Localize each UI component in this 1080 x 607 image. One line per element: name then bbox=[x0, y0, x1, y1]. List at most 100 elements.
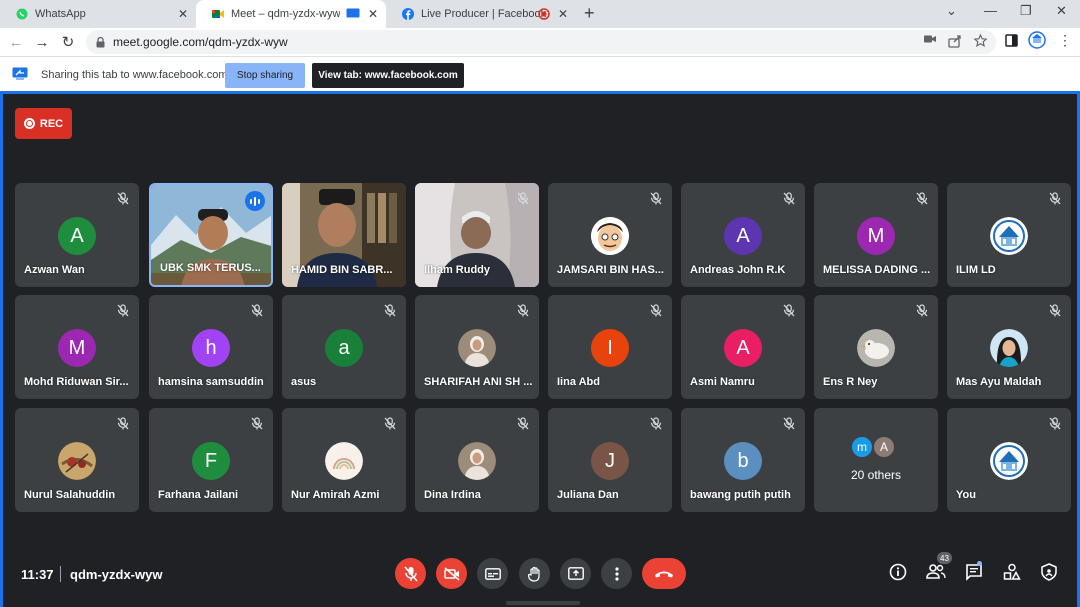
participant-name: Ilham Ruddy bbox=[424, 264, 491, 276]
microphone-muted-icon bbox=[251, 304, 263, 317]
microphone-muted-icon bbox=[1049, 304, 1061, 317]
avatar-initial: I bbox=[607, 336, 613, 359]
participant-tile[interactable]: a asus bbox=[282, 295, 406, 399]
participant-name: hamsina samsuddin bbox=[158, 376, 264, 388]
participant-tile[interactable]: JAMSARI BIN HAS... bbox=[548, 183, 672, 287]
participant-tile[interactable]: A Andreas John R.K bbox=[681, 183, 805, 287]
participant-tile[interactable]: Ens R Ney bbox=[814, 295, 938, 399]
tab-title: Meet – qdm-yzdx-wyw bbox=[231, 8, 341, 20]
camera-in-use-icon[interactable] bbox=[924, 34, 936, 44]
participant-photo bbox=[325, 442, 363, 480]
close-window-button[interactable]: ✕ bbox=[1056, 3, 1067, 19]
tab-google-meet[interactable]: Meet – qdm-yzdx-wyw ✕ bbox=[196, 0, 386, 28]
participant-tile[interactable]: A Azwan Wan bbox=[15, 183, 139, 287]
participant-avatar: M bbox=[857, 217, 895, 255]
meet-stage: REC A Azwan Wan UBK SMK TERUS... HAMID BIN … bbox=[0, 94, 1080, 607]
participant-tile[interactable]: HAMID BIN SABR... bbox=[282, 183, 406, 287]
participant-avatar: A bbox=[724, 217, 762, 255]
participant-tile[interactable]: m A 20 others bbox=[814, 408, 938, 512]
participant-name: HAMID BIN SABR... bbox=[291, 264, 393, 276]
participant-avatar: b bbox=[724, 442, 762, 480]
participant-tile[interactable]: M MELISSA DADING ... bbox=[814, 183, 938, 287]
people-icon[interactable] bbox=[926, 563, 946, 579]
participant-tile[interactable]: ILIM LD bbox=[947, 183, 1071, 287]
participant-tile[interactable]: I Iina Abd bbox=[548, 295, 672, 399]
stop-sharing-button[interactable]: Stop sharing bbox=[225, 63, 305, 88]
microphone-muted-icon bbox=[517, 304, 529, 317]
activities-icon[interactable] bbox=[1003, 563, 1021, 581]
speaking-indicator-icon bbox=[245, 191, 265, 211]
url-text: meet.google.com/qdm-yzdx-wyw bbox=[113, 35, 288, 49]
meeting-details-icon[interactable] bbox=[889, 563, 907, 581]
microphone-muted-icon bbox=[384, 304, 396, 317]
tab-facebook[interactable]: Live Producer | Facebook ✕ bbox=[386, 0, 576, 28]
participant-name: You bbox=[956, 489, 976, 501]
participant-name: Farhana Jailani bbox=[158, 489, 239, 501]
minimize-button[interactable]: — bbox=[984, 3, 997, 18]
participant-avatar: a bbox=[325, 329, 363, 367]
host-controls-shield-icon[interactable] bbox=[1041, 563, 1057, 581]
avatar-initial: A bbox=[736, 224, 750, 247]
present-now-button[interactable] bbox=[560, 558, 591, 589]
avatar-initial: M bbox=[68, 336, 86, 359]
more-options-button[interactable] bbox=[601, 558, 632, 589]
participant-tile[interactable]: Nurul Salahuddin bbox=[15, 408, 139, 512]
lock-icon[interactable] bbox=[96, 36, 105, 48]
tab-whatsapp[interactable]: WhatsApp ✕ bbox=[0, 0, 196, 28]
others-count-label: 20 others bbox=[850, 468, 902, 482]
microphone-off-button[interactable] bbox=[395, 558, 426, 589]
participant-tile[interactable]: M Mohd Riduwan Sir... bbox=[15, 295, 139, 399]
microphone-muted-icon bbox=[783, 304, 795, 317]
browser-toolbar: ← → ↻ meet.google.com/qdm-yzdx-wyw ⋮ bbox=[0, 28, 1080, 56]
participant-avatar: h bbox=[192, 329, 230, 367]
restore-button[interactable]: ❐ bbox=[1020, 3, 1032, 19]
whatsapp-icon bbox=[16, 8, 28, 20]
raise-hand-button[interactable] bbox=[519, 558, 550, 589]
recording-indicator-icon bbox=[538, 8, 550, 20]
avatar-initial: M bbox=[867, 224, 885, 247]
institution-logo bbox=[990, 442, 1028, 480]
participant-tile[interactable]: Nur Amirah Azmi bbox=[282, 408, 406, 512]
participant-tile[interactable]: You bbox=[947, 408, 1071, 512]
view-tab-button[interactable]: View tab: www.facebook.com bbox=[312, 63, 464, 88]
microphone-muted-icon bbox=[650, 304, 662, 317]
address-bar[interactable]: meet.google.com/qdm-yzdx-wyw bbox=[86, 30, 996, 54]
tab-search-chevron-icon[interactable]: ⌄ bbox=[946, 3, 957, 19]
others-avatar: m bbox=[850, 435, 874, 459]
captions-button[interactable] bbox=[477, 558, 508, 589]
side-panel-icon[interactable] bbox=[1005, 34, 1018, 47]
share-icon[interactable] bbox=[948, 34, 962, 48]
participant-tile[interactable]: J Juliana Dan bbox=[548, 408, 672, 512]
participant-tile[interactable]: F Farhana Jailani bbox=[149, 408, 273, 512]
meeting-code: qdm-yzdx-wyw bbox=[70, 567, 163, 582]
avatar-initial: F bbox=[204, 449, 218, 472]
participant-tile[interactable]: SHARIFAH ANI SH ... bbox=[415, 295, 539, 399]
participant-tile[interactable]: Mas Ayu Maldah bbox=[947, 295, 1071, 399]
participant-tile[interactable]: UBK SMK TERUS... bbox=[149, 183, 273, 287]
back-button[interactable]: ← bbox=[6, 32, 26, 52]
participant-tile[interactable]: Ilham Ruddy bbox=[415, 183, 539, 287]
bookmark-star-icon[interactable] bbox=[974, 34, 987, 47]
close-tab-icon[interactable]: ✕ bbox=[178, 7, 188, 21]
screen-share-indicator-icon bbox=[346, 8, 360, 19]
browser-tab-strip: WhatsApp ✕ Meet – qdm-yzdx-wyw ✕ Live Pr… bbox=[0, 0, 1080, 28]
participant-tile[interactable]: b bawang putih putih bbox=[681, 408, 805, 512]
participant-tile[interactable]: h hamsina samsuddin bbox=[149, 295, 273, 399]
forward-button[interactable]: → bbox=[32, 32, 52, 52]
avatar-initial: J bbox=[605, 449, 615, 472]
sharing-message: Sharing this tab to www.facebook.com bbox=[41, 69, 228, 81]
participant-tile[interactable]: Dina Irdina bbox=[415, 408, 539, 512]
reload-button[interactable]: ↻ bbox=[58, 32, 78, 52]
camera-off-button[interactable] bbox=[436, 558, 467, 589]
participant-name: UBK SMK TERUS... bbox=[160, 262, 261, 274]
participant-tile[interactable]: A Asmi Namru bbox=[681, 295, 805, 399]
close-tab-icon[interactable]: ✕ bbox=[368, 7, 378, 21]
browser-menu-icon[interactable]: ⋮ bbox=[1058, 32, 1072, 49]
new-tab-button[interactable]: + bbox=[584, 3, 595, 24]
close-tab-icon[interactable]: ✕ bbox=[558, 7, 568, 21]
profile-avatar[interactable] bbox=[1028, 31, 1046, 49]
participant-avatar: J bbox=[591, 442, 629, 480]
sharing-infobar: Sharing this tab to www.facebook.com Sto… bbox=[0, 56, 1080, 94]
divider bbox=[60, 566, 61, 582]
leave-call-button[interactable] bbox=[642, 558, 686, 589]
